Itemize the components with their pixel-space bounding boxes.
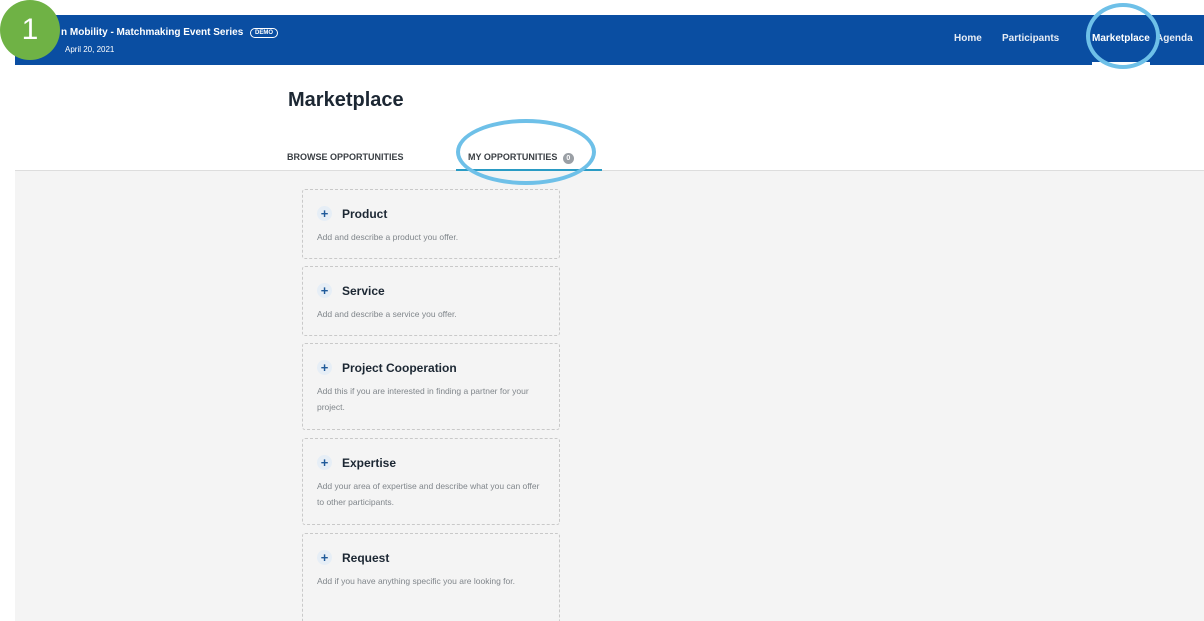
nav-participants[interactable]: Participants	[1002, 33, 1059, 44]
plus-icon: +	[317, 206, 332, 221]
card-title: Product	[342, 206, 388, 221]
my-opportunities-highlight-circle	[456, 119, 596, 185]
top-navigation-bar: n Mobility - Matchmaking Event Series DE…	[15, 15, 1204, 65]
card-header: + Service	[317, 283, 545, 298]
marketplace-highlight-circle	[1086, 3, 1160, 69]
card-header: + Expertise	[317, 455, 545, 470]
plus-icon: +	[317, 550, 332, 565]
demo-badge: DEMO	[250, 28, 279, 38]
card-description: Add this if you are interested in findin…	[317, 386, 529, 412]
add-project-cooperation-card[interactable]: + Project Cooperation Add this if you ar…	[302, 343, 560, 430]
nav-home[interactable]: Home	[954, 33, 982, 44]
add-request-card[interactable]: + Request Add if you have anything speci…	[302, 533, 560, 621]
card-header: + Product	[317, 206, 545, 221]
card-description: Add if you have anything specific you ar…	[317, 576, 515, 586]
card-header: + Request	[317, 550, 545, 565]
event-date: April 20, 2021	[65, 45, 115, 54]
screenshot-frame: n Mobility - Matchmaking Event Series DE…	[0, 0, 1204, 621]
page-header: Marketplace BROWSE OPPORTUNITIES MY OPPO…	[15, 65, 1204, 171]
event-title-text: n Mobility - Matchmaking Event Series	[61, 27, 244, 38]
card-title: Request	[342, 550, 390, 565]
card-header: + Project Cooperation	[317, 360, 545, 375]
card-description: Add and describe a service you offer.	[317, 309, 457, 319]
card-description: Add your area of expertise and describe …	[317, 481, 540, 507]
card-title: Service	[342, 283, 385, 298]
step-number-badge: 1	[0, 0, 60, 60]
card-title: Project Cooperation	[342, 360, 457, 375]
nav-agenda[interactable]: Agenda	[1156, 33, 1193, 44]
plus-icon: +	[317, 360, 332, 375]
card-description: Add and describe a product you offer.	[317, 232, 459, 242]
app-window: n Mobility - Matchmaking Event Series DE…	[15, 15, 1204, 621]
page-title: Marketplace	[288, 89, 404, 111]
tab-browse-opportunities[interactable]: BROWSE OPPORTUNITIES	[287, 152, 404, 162]
plus-icon: +	[317, 455, 332, 470]
add-product-card[interactable]: + Product Add and describe a product you…	[302, 189, 560, 259]
add-expertise-card[interactable]: + Expertise Add your area of expertise a…	[302, 438, 560, 525]
card-title: Expertise	[342, 455, 397, 470]
event-title[interactable]: n Mobility - Matchmaking Event Series DE…	[61, 27, 279, 38]
plus-icon: +	[317, 283, 332, 298]
add-service-card[interactable]: + Service Add and describe a service you…	[302, 266, 560, 336]
